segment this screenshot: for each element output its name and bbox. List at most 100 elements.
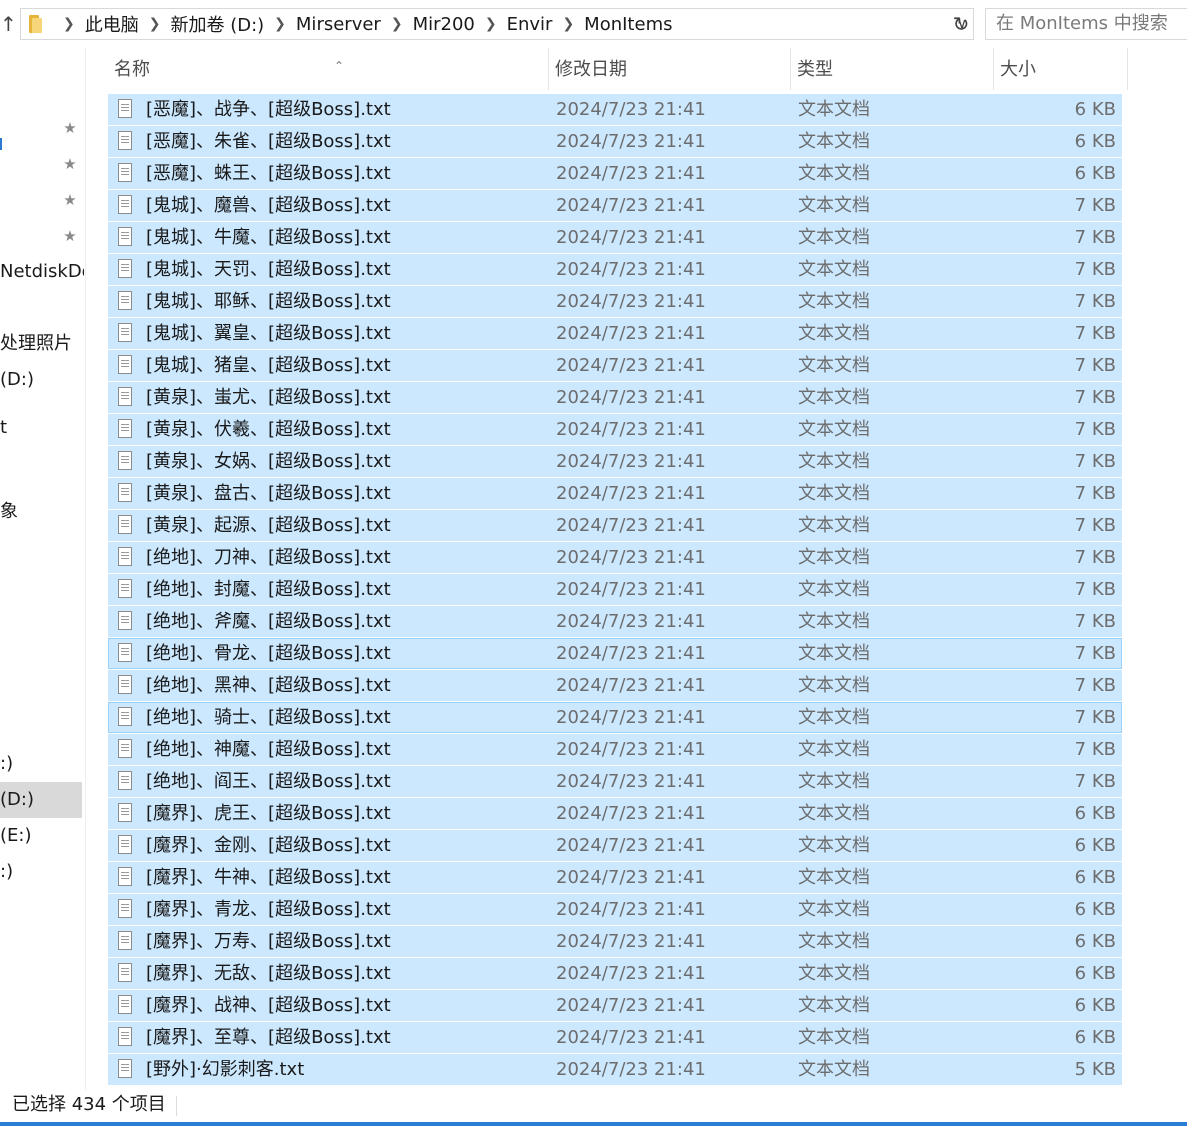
breadcrumb-mirserver[interactable]: Mirserver bbox=[296, 14, 381, 35]
file-name[interactable]: [魔界]、青龙、[超级Boss].txt bbox=[146, 894, 391, 925]
file-name[interactable]: [鬼城]、牛魔、[超级Boss].txt bbox=[146, 222, 391, 253]
breadcrumb-monitems[interactable]: MonItems bbox=[584, 14, 672, 35]
file-name[interactable]: [鬼城]、猪皇、[超级Boss].txt bbox=[146, 350, 391, 381]
file-size: 7 KB bbox=[1074, 323, 1116, 344]
table-row[interactable]: [恶魔]、蛛王、[超级Boss].txt 2024/7/23 21:41 文本文档 6… bbox=[108, 158, 1122, 189]
sidebar-item-drive-f[interactable]: :) bbox=[0, 854, 84, 890]
file-name[interactable]: [魔界]、金刚、[超级Boss].txt bbox=[146, 830, 391, 861]
table-row[interactable]: [魔界]、牛神、[超级Boss].txt 2024/7/23 21:41 文本文档 6… bbox=[108, 862, 1122, 893]
sidebar-item-netdisk[interactable]: Netdisk​Do bbox=[0, 254, 84, 290]
table-row[interactable]: [绝地]、骑士、[超级Boss].txt 2024/7/23 21:41 文本文档 7… bbox=[108, 702, 1122, 733]
file-name[interactable]: [魔界]、至尊、[超级Boss].txt bbox=[146, 1022, 391, 1053]
file-name[interactable]: [恶魔]、朱雀、[超级Boss].txt bbox=[146, 126, 391, 157]
table-row[interactable]: [鬼城]、耶稣、[超级Boss].txt 2024/7/23 21:41 文本文档 7… bbox=[108, 286, 1122, 317]
table-row[interactable]: [鬼城]、牛魔、[超级Boss].txt 2024/7/23 21:41 文本文档 7… bbox=[108, 222, 1122, 253]
file-type: 文本文档 bbox=[798, 771, 870, 792]
table-row[interactable]: [鬼城]、天罚、[超级Boss].txt 2024/7/23 21:41 文本文档 7… bbox=[108, 254, 1122, 285]
up-arrow-icon[interactable]: ↑ bbox=[0, 8, 17, 40]
table-row[interactable]: [绝地]、刀神、[超级Boss].txt 2024/7/23 21:41 文本文档 7… bbox=[108, 542, 1122, 573]
sidebar-item-xiang[interactable]: 象 bbox=[0, 494, 84, 530]
table-row[interactable]: [黄泉]、盘古、[超级Boss].txt 2024/7/23 21:41 文本文档 7… bbox=[108, 478, 1122, 509]
file-name[interactable]: [绝地]、刀神、[超级Boss].txt bbox=[146, 542, 391, 573]
file-name[interactable]: [黄泉]、起源、[超级Boss].txt bbox=[146, 510, 391, 541]
table-row[interactable]: [绝地]、骨龙、[超级Boss].txt 2024/7/23 21:41 文本文档 7… bbox=[108, 638, 1122, 669]
table-row[interactable]: [鬼城]、魔兽、[超级Boss].txt 2024/7/23 21:41 文本文档 7… bbox=[108, 190, 1122, 221]
file-name[interactable]: [野外]·幻影刺客.txt bbox=[146, 1054, 304, 1085]
column-header-date[interactable]: 修改日期 bbox=[549, 48, 791, 90]
file-name[interactable]: [魔界]、战神、[超级Boss].txt bbox=[146, 990, 391, 1021]
file-date: 2024/7/23 21:41 bbox=[556, 323, 706, 344]
table-row[interactable]: [魔界]、至尊、[超级Boss].txt 2024/7/23 21:41 文本文档 6… bbox=[108, 1022, 1122, 1053]
refresh-icon[interactable]: ↻ bbox=[948, 8, 974, 40]
file-name[interactable]: [鬼城]、耶稣、[超级Boss].txt bbox=[146, 286, 391, 317]
table-row[interactable]: [恶魔]、战争、[超级Boss].txt 2024/7/23 21:41 文本文档 6… bbox=[108, 94, 1122, 125]
table-row[interactable]: [黄泉]、女娲、[超级Boss].txt 2024/7/23 21:41 文本文档 7… bbox=[108, 446, 1122, 477]
table-row[interactable]: [魔界]、战神、[超级Boss].txt 2024/7/23 21:41 文本文档 6… bbox=[108, 990, 1122, 1021]
sidebar-item-photos[interactable]: 处理照片 bbox=[0, 326, 84, 362]
file-name[interactable]: [鬼城]、翼皇、[超级Boss].txt bbox=[146, 318, 391, 349]
file-name[interactable]: [黄泉]、女娲、[超级Boss].txt bbox=[146, 446, 391, 477]
table-row[interactable]: [恶魔]、朱雀、[超级Boss].txt 2024/7/23 21:41 文本文档 6… bbox=[108, 126, 1122, 157]
sidebar-item-drive-e[interactable]: (E:) bbox=[0, 818, 84, 854]
table-row[interactable]: [绝地]、阎王、[超级Boss].txt 2024/7/23 21:41 文本文档 7… bbox=[108, 766, 1122, 797]
sidebar-item-t[interactable]: t bbox=[0, 410, 84, 446]
file-name[interactable]: [恶魔]、蛛王、[超级Boss].txt bbox=[146, 158, 391, 189]
address-bar[interactable]: ❯ 此电脑 ❯ 新加卷 (D:) ❯ Mirserver ❯ Mir200 ❯ … bbox=[20, 8, 974, 40]
chevron-right-icon[interactable]: ❯ bbox=[63, 16, 75, 32]
search-box[interactable] bbox=[985, 8, 1187, 40]
file-name[interactable]: [绝地]、神魔、[超级Boss].txt bbox=[146, 734, 391, 765]
table-row[interactable]: [黄泉]、伏羲、[超级Boss].txt 2024/7/23 21:41 文本文档 7… bbox=[108, 414, 1122, 445]
file-name[interactable]: [绝地]、骑士、[超级Boss].txt bbox=[146, 702, 391, 733]
pin-icon[interactable]: ★ bbox=[60, 118, 80, 138]
file-name[interactable]: [魔界]、虎王、[超级Boss].txt bbox=[146, 798, 391, 829]
breadcrumb-envir[interactable]: Envir bbox=[507, 14, 553, 35]
sidebar-item-drive-d[interactable]: (D:) bbox=[0, 362, 84, 398]
table-row[interactable]: [绝地]、神魔、[超级Boss].txt 2024/7/23 21:41 文本文档 7… bbox=[108, 734, 1122, 765]
file-name[interactable]: [黄泉]、伏羲、[超级Boss].txt bbox=[146, 414, 391, 445]
file-name[interactable]: [绝地]、黑神、[超级Boss].txt bbox=[146, 670, 391, 701]
file-name[interactable]: [鬼城]、魔兽、[超级Boss].txt bbox=[146, 190, 391, 221]
file-name[interactable]: [黄泉]、盘古、[超级Boss].txt bbox=[146, 478, 391, 509]
chevron-right-icon[interactable]: ❯ bbox=[274, 16, 286, 32]
pin-icon[interactable]: ★ bbox=[60, 154, 80, 174]
chevron-right-icon[interactable]: ❯ bbox=[485, 16, 497, 32]
file-name[interactable]: [黄泉]、蚩尤、[超级Boss].txt bbox=[146, 382, 391, 413]
table-row[interactable]: [野外]·幻影刺客.txt 2024/7/23 21:41 文本文档 5 KB bbox=[108, 1054, 1122, 1085]
chevron-right-icon[interactable]: ❯ bbox=[149, 16, 161, 32]
pin-icon[interactable]: ★ bbox=[60, 226, 80, 246]
file-name[interactable]: [魔界]、无敌、[超级Boss].txt bbox=[146, 958, 391, 989]
column-header-type[interactable]: 类型 bbox=[791, 48, 994, 90]
table-row[interactable]: [魔界]、万寿、[超级Boss].txt 2024/7/23 21:41 文本文档 6… bbox=[108, 926, 1122, 957]
breadcrumb-mir200[interactable]: Mir200 bbox=[413, 14, 475, 35]
file-name[interactable]: [魔界]、牛神、[超级Boss].txt bbox=[146, 862, 391, 893]
file-name[interactable]: [绝地]、封魔、[超级Boss].txt bbox=[146, 574, 391, 605]
chevron-right-icon[interactable]: ❯ bbox=[562, 16, 574, 32]
search-input[interactable] bbox=[996, 9, 1187, 39]
chevron-right-icon[interactable]: ❯ bbox=[391, 16, 403, 32]
table-row[interactable]: [黄泉]、起源、[超级Boss].txt 2024/7/23 21:41 文本文档 7… bbox=[108, 510, 1122, 541]
sidebar-item-drive-c[interactable]: :) bbox=[0, 746, 84, 782]
breadcrumb-drive-d[interactable]: 新加卷 (D:) bbox=[170, 11, 264, 37]
file-name[interactable]: [恶魔]、战争、[超级Boss].txt bbox=[146, 94, 391, 125]
table-row[interactable]: [魔界]、金刚、[超级Boss].txt 2024/7/23 21:41 文本文档 6… bbox=[108, 830, 1122, 861]
table-row[interactable]: [绝地]、封魔、[超级Boss].txt 2024/7/23 21:41 文本文档 7… bbox=[108, 574, 1122, 605]
table-row[interactable]: [魔界]、青龙、[超级Boss].txt 2024/7/23 21:41 文本文档 6… bbox=[108, 894, 1122, 925]
table-row[interactable]: [黄泉]、蚩尤、[超级Boss].txt 2024/7/23 21:41 文本文档 7… bbox=[108, 382, 1122, 413]
table-row[interactable]: [魔界]、无敌、[超级Boss].txt 2024/7/23 21:41 文本文档 6… bbox=[108, 958, 1122, 989]
table-row[interactable]: [魔界]、虎王、[超级Boss].txt 2024/7/23 21:41 文本文档 6… bbox=[108, 798, 1122, 829]
table-row[interactable]: [绝地]、斧魔、[超级Boss].txt 2024/7/23 21:41 文本文档 7… bbox=[108, 606, 1122, 637]
breadcrumb-this-pc[interactable]: 此电脑 bbox=[85, 11, 139, 37]
table-row[interactable]: [鬼城]、翼皇、[超级Boss].txt 2024/7/23 21:41 文本文档 7… bbox=[108, 318, 1122, 349]
file-name[interactable]: [鬼城]、天罚、[超级Boss].txt bbox=[146, 254, 391, 285]
sidebar-item-drive-d-selected[interactable]: (D:) bbox=[0, 782, 82, 818]
file-name[interactable]: [魔界]、万寿、[超级Boss].txt bbox=[146, 926, 391, 957]
file-name[interactable]: [绝地]、骨龙、[超级Boss].txt bbox=[146, 638, 391, 669]
pin-icon[interactable]: ★ bbox=[60, 190, 80, 210]
table-row[interactable]: [绝地]、黑神、[超级Boss].txt 2024/7/23 21:41 文本文档 7… bbox=[108, 670, 1122, 701]
file-name[interactable]: [绝地]、阎王、[超级Boss].txt bbox=[146, 766, 391, 797]
table-row[interactable]: [鬼城]、猪皇、[超级Boss].txt 2024/7/23 21:41 文本文档 7… bbox=[108, 350, 1122, 381]
file-name[interactable]: [绝地]、斧魔、[超级Boss].txt bbox=[146, 606, 391, 637]
column-header-size[interactable]: 大小 bbox=[994, 48, 1128, 90]
quick-access-marker bbox=[0, 138, 2, 150]
column-header-name[interactable]: ⌃ 名称 bbox=[108, 48, 549, 90]
